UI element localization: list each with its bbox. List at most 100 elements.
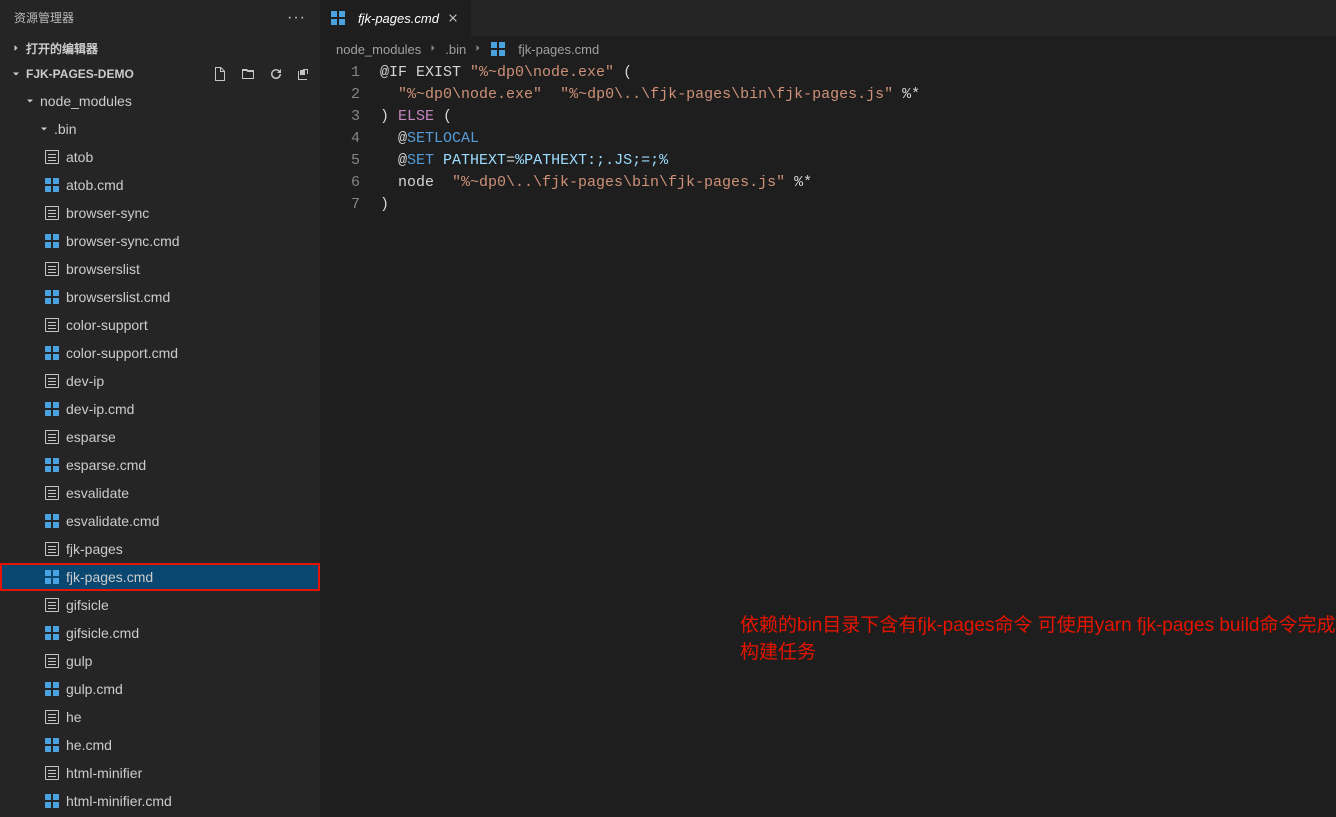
text-file-icon <box>44 541 60 557</box>
file-label: fjk-pages <box>66 541 123 557</box>
folder-bin[interactable]: .bin <box>0 115 320 143</box>
file-item[interactable]: color-support.cmd <box>0 339 320 367</box>
file-label: gifsicle.cmd <box>66 625 139 641</box>
file-label: gulp <box>66 653 92 669</box>
file-item[interactable]: gulp <box>0 647 320 675</box>
project-section[interactable]: FJK-PAGES-DEMO <box>0 61 320 87</box>
collapse-all-icon[interactable] <box>294 64 314 84</box>
file-label: atob <box>66 149 93 165</box>
close-icon[interactable] <box>445 10 461 26</box>
sidebar-more-icon[interactable]: ··· <box>287 9 306 27</box>
file-item[interactable]: gulp.cmd <box>0 675 320 703</box>
chevron-right-icon <box>427 42 439 57</box>
text-file-icon <box>44 429 60 445</box>
file-item[interactable]: esparse.cmd <box>0 451 320 479</box>
file-item[interactable]: esvalidate.cmd <box>0 507 320 535</box>
file-label: browserslist <box>66 261 140 277</box>
file-item[interactable]: fjk-pages <box>0 535 320 563</box>
windows-cmd-icon <box>44 289 60 305</box>
file-item[interactable]: color-support <box>0 311 320 339</box>
file-label: browser-sync <box>66 205 149 221</box>
text-file-icon <box>44 205 60 221</box>
windows-cmd-icon <box>44 625 60 641</box>
code-content[interactable]: @IF EXIST "%~dp0\node.exe" ( "%~dp0\node… <box>380 62 1336 817</box>
windows-cmd-icon <box>44 513 60 529</box>
file-label: he.cmd <box>66 737 112 753</box>
line-number-gutter: 1234567 <box>320 62 380 817</box>
file-item[interactable]: browser-sync <box>0 199 320 227</box>
windows-cmd-icon <box>490 41 506 57</box>
file-item[interactable]: html-minifier.cmd <box>0 787 320 815</box>
windows-cmd-icon <box>44 457 60 473</box>
text-file-icon <box>44 149 60 165</box>
file-item[interactable]: dev-ip <box>0 367 320 395</box>
windows-cmd-icon <box>44 793 60 809</box>
file-label: gifsicle <box>66 597 109 613</box>
windows-cmd-icon <box>44 233 60 249</box>
file-tree: node_modules .bin atob atob.cmd browser-sy… <box>0 87 320 817</box>
section-actions <box>210 64 314 84</box>
folder-node-modules[interactable]: node_modules <box>0 87 320 115</box>
file-label: he <box>66 709 82 725</box>
chevron-right-icon <box>472 42 484 57</box>
breadcrumb-item[interactable]: node_modules <box>336 42 421 57</box>
windows-cmd-icon <box>330 10 346 26</box>
file-label: browserslist.cmd <box>66 289 170 305</box>
chevron-down-icon <box>22 93 38 109</box>
project-label: FJK-PAGES-DEMO <box>26 67 210 81</box>
file-item[interactable]: esparse <box>0 423 320 451</box>
explorer-sidebar: 资源管理器 ··· 打开的编辑器 FJK-PAGES-DEMO <box>0 0 320 817</box>
windows-cmd-icon <box>44 177 60 193</box>
breadcrumb-item[interactable]: .bin <box>445 42 466 57</box>
file-label: color-support.cmd <box>66 345 178 361</box>
file-label: esvalidate <box>66 485 129 501</box>
chevron-down-icon <box>8 66 24 82</box>
breadcrumb-item[interactable]: fjk-pages.cmd <box>518 42 599 57</box>
open-editors-section[interactable]: 打开的编辑器 <box>0 35 320 61</box>
file-item[interactable]: fjk-pages.cmd <box>0 563 320 591</box>
file-item[interactable]: gifsicle <box>0 591 320 619</box>
file-label: atob.cmd <box>66 177 124 193</box>
windows-cmd-icon <box>44 345 60 361</box>
file-label: dev-ip.cmd <box>66 401 134 417</box>
folder-label: .bin <box>54 121 77 137</box>
file-label: esvalidate.cmd <box>66 513 159 529</box>
refresh-icon[interactable] <box>266 64 286 84</box>
windows-cmd-icon <box>44 569 60 585</box>
tab-label: fjk-pages.cmd <box>358 11 439 26</box>
text-file-icon <box>44 485 60 501</box>
file-item[interactable]: browserslist <box>0 255 320 283</box>
file-item[interactable]: dev-ip.cmd <box>0 395 320 423</box>
file-item[interactable]: browser-sync.cmd <box>0 227 320 255</box>
file-item[interactable]: html-minifier <box>0 759 320 787</box>
text-file-icon <box>44 317 60 333</box>
file-item[interactable]: atob <box>0 143 320 171</box>
file-label: color-support <box>66 317 148 333</box>
tab-bar: fjk-pages.cmd <box>320 0 1336 36</box>
windows-cmd-icon <box>44 681 60 697</box>
file-item[interactable]: he.cmd <box>0 731 320 759</box>
chevron-down-icon <box>36 121 52 137</box>
file-label: dev-ip <box>66 373 104 389</box>
new-folder-icon[interactable] <box>238 64 258 84</box>
breadcrumbs[interactable]: node_modules .bin fjk-pages.cmd <box>320 36 1336 62</box>
editor-area: fjk-pages.cmd node_modules .bin fjk-page… <box>320 0 1336 817</box>
file-label: browser-sync.cmd <box>66 233 180 249</box>
text-file-icon <box>44 597 60 613</box>
file-item[interactable]: esvalidate <box>0 479 320 507</box>
text-file-icon <box>44 709 60 725</box>
file-label: esparse.cmd <box>66 457 146 473</box>
text-file-icon <box>44 261 60 277</box>
sidebar-header: 资源管理器 ··· <box>0 0 320 35</box>
file-item[interactable]: browserslist.cmd <box>0 283 320 311</box>
code-editor[interactable]: 1234567 @IF EXIST "%~dp0\node.exe" ( "%~… <box>320 62 1336 817</box>
windows-cmd-icon <box>44 401 60 417</box>
file-item[interactable]: atob.cmd <box>0 171 320 199</box>
file-item[interactable]: gifsicle.cmd <box>0 619 320 647</box>
file-label: fjk-pages.cmd <box>66 569 153 585</box>
tab-fjk-pages-cmd[interactable]: fjk-pages.cmd <box>320 0 472 36</box>
file-item[interactable]: he <box>0 703 320 731</box>
folder-label: node_modules <box>40 93 132 109</box>
file-label: gulp.cmd <box>66 681 123 697</box>
new-file-icon[interactable] <box>210 64 230 84</box>
